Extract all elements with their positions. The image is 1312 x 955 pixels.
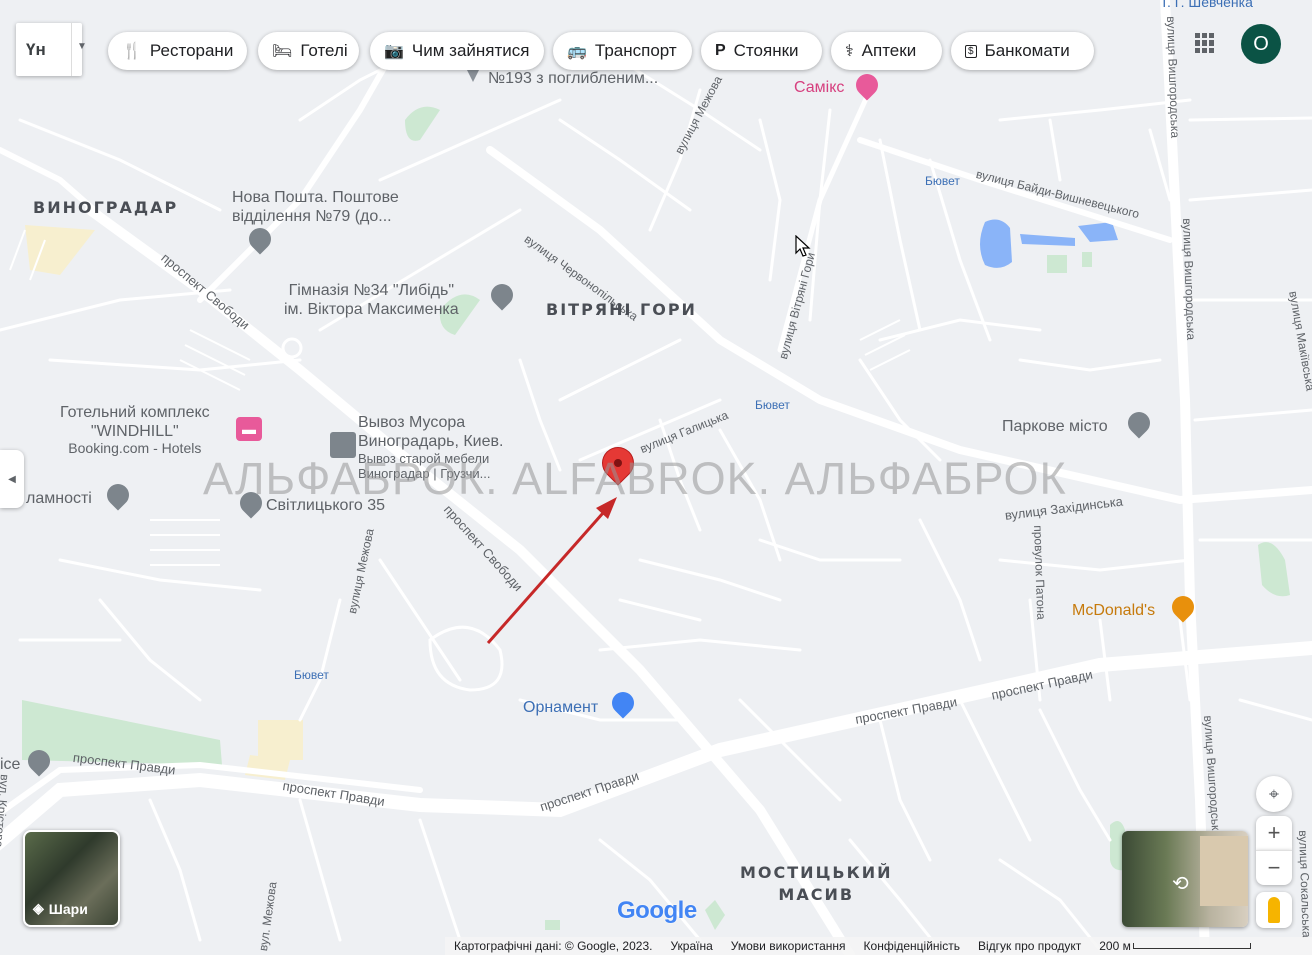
poi-line: Нова Пошта. Поштове (232, 189, 399, 206)
mouse-cursor-icon (795, 235, 811, 257)
account-initial: O (1253, 32, 1269, 55)
street-label-sokalska: вулиця Сокальська (1296, 830, 1312, 938)
scale-bar[interactable] (1132, 943, 1251, 949)
hotel-icon[interactable]: ▬ (236, 417, 262, 441)
poi-line: відділення №79 (до... (232, 208, 392, 225)
atm-icon: $ (965, 44, 977, 58)
bus-stop-label[interactable]: Бювет (925, 174, 960, 188)
grid-dot (1195, 33, 1200, 39)
grid-dot (1209, 33, 1214, 39)
chip-label: Аптеки (861, 41, 917, 60)
google-logo: Google (617, 897, 697, 924)
poi-line: Готельний комплекс (60, 404, 210, 421)
poi-samiks[interactable]: Самікс (794, 78, 844, 97)
my-location-button[interactable]: ⌖ (1256, 776, 1292, 812)
map-data-text: Картографічні дані: © Google, 2023. (454, 939, 653, 953)
parking-icon: P (715, 42, 726, 59)
crosshair-icon: ⌖ (1268, 783, 1280, 804)
poi-school-193[interactable]: №193 з поглибленим... (488, 69, 658, 88)
layers-button[interactable]: ◈ Шари (23, 830, 120, 927)
layers-label: Шари (48, 900, 88, 917)
pegman-button[interactable] (1256, 892, 1292, 928)
grid-dot (1209, 47, 1214, 53)
grid-dot (1195, 47, 1200, 53)
zoom-out-button[interactable]: − (1256, 850, 1292, 885)
grid-dot (1202, 47, 1207, 53)
poi-line: "WINDHILL" (90, 423, 179, 440)
chip-hotels[interactable]: 🛏 Готелі (258, 32, 359, 70)
bed-icon: 🛏 (272, 43, 293, 60)
chip-things-to-do[interactable]: 📷 Чим зайнятися (370, 32, 544, 70)
language-selector[interactable]: Үн ▼ (16, 23, 87, 76)
poi-parkove[interactable]: Паркове місто (1002, 417, 1108, 436)
poi-nova-poshta[interactable]: Нова Пошта. Поштове відділення №79 (до..… (232, 188, 399, 226)
account-avatar[interactable]: O (1241, 24, 1281, 64)
street-view-preview[interactable]: ⟲ (1122, 831, 1248, 927)
bus-icon: 🚌 (567, 43, 587, 60)
scale-label[interactable]: 200 м (1099, 939, 1131, 953)
divider (71, 23, 72, 76)
camera-icon: 📷 (384, 43, 404, 60)
chip-restaurants[interactable]: 🍴 Ресторани (108, 32, 247, 70)
poi-lamnosti[interactable]: ламності (26, 489, 92, 508)
grid-dot (1202, 40, 1207, 46)
apps-grid-icon[interactable] (1195, 33, 1215, 53)
country-link[interactable]: Україна (670, 939, 712, 953)
bus-stop-label[interactable]: Бювет (294, 668, 329, 682)
layers-button-footer: ◈ Шари (33, 900, 88, 917)
poi-windhill[interactable]: Готельний комплекс "WINDHILL" Booking.co… (60, 403, 210, 456)
side-panel-toggle[interactable]: ◀ (0, 450, 24, 508)
chevron-down-icon[interactable]: ▼ (77, 41, 87, 52)
grid-dot (1209, 40, 1214, 46)
chip-label: Чим зайнятися (411, 41, 530, 60)
privacy-link[interactable]: Конфіденційність (864, 939, 960, 953)
watermark-text: АЛЬФАБРОК. ALFABROK. АЛЬФАБРОК (203, 453, 1067, 504)
pharmacy-icon: ⚕ (845, 43, 854, 60)
terms-link[interactable]: Умови використання (731, 939, 846, 953)
school-pin-icon[interactable] (466, 68, 480, 82)
chevron-left-icon: ◀ (8, 473, 16, 485)
chip-pharmacies[interactable]: ⚕ Аптеки (831, 32, 942, 70)
district-label-vitriani-hory: ВІТРЯНІ ГОРИ (546, 300, 697, 319)
zoom-in-button[interactable]: + (1256, 816, 1292, 850)
district-label-mostytskyi: МОСТИЦЬКИЙ МАСИВ (740, 862, 892, 906)
chip-label: Готелі (300, 41, 348, 60)
chip-atms[interactable]: $ Банкомати (951, 32, 1094, 70)
poi-ornament[interactable]: Орнамент (523, 698, 598, 717)
poi-line: ім. Віктора Максименка (284, 301, 459, 318)
chip-parking[interactable]: P Стоянки (701, 32, 822, 70)
language-selector-label: Үн (26, 39, 46, 59)
district-label-line: МАСИВ (778, 885, 855, 904)
minus-icon: − (1267, 855, 1281, 880)
rotate-360-icon: ⟲ (1172, 873, 1189, 895)
poi-gymnasium[interactable]: Гімназія №34 "Либідь" ім. Віктора Максим… (284, 281, 459, 319)
building-shape (1200, 836, 1248, 906)
attribution-bar: Картографічні дані: © Google, 2023. Укра… (445, 937, 1312, 955)
chip-label: Банкомати (984, 41, 1070, 60)
fork-knife-icon: 🍴 (122, 43, 142, 60)
layers-icon: ◈ (33, 900, 44, 916)
chip-label: Стоянки (733, 41, 799, 60)
pegman-icon (1268, 897, 1280, 923)
district-label-vynohradar: ВИНОГРАДАР (33, 198, 179, 217)
poi-line: Гімназія №34 "Либідь" (288, 282, 455, 299)
street-label-shevchenka: Т. Г. Шевченка (1160, 0, 1253, 10)
feedback-link[interactable]: Відгук про продукт (978, 939, 1081, 953)
poi-line: Вывоз Мусора (358, 414, 466, 431)
plus-icon: + (1267, 820, 1281, 845)
roundabout (281, 337, 303, 359)
poi-ice[interactable]: ice (0, 755, 20, 774)
chip-label: Транспорт (594, 41, 677, 60)
chip-label: Ресторани (149, 41, 234, 60)
chip-transport[interactable]: 🚌 Транспорт (553, 32, 692, 70)
poi-mcdonalds[interactable]: McDonald's (1072, 601, 1155, 620)
grid-dot (1202, 33, 1207, 39)
bus-stop-label[interactable]: Бювет (755, 398, 790, 412)
poi-line: Виноградарь, Киев. (358, 433, 504, 450)
district-label-line: МОСТИЦЬКИЙ (740, 863, 893, 882)
poi-line: Booking.com - Hotels (68, 440, 202, 456)
grid-dot (1195, 40, 1200, 46)
